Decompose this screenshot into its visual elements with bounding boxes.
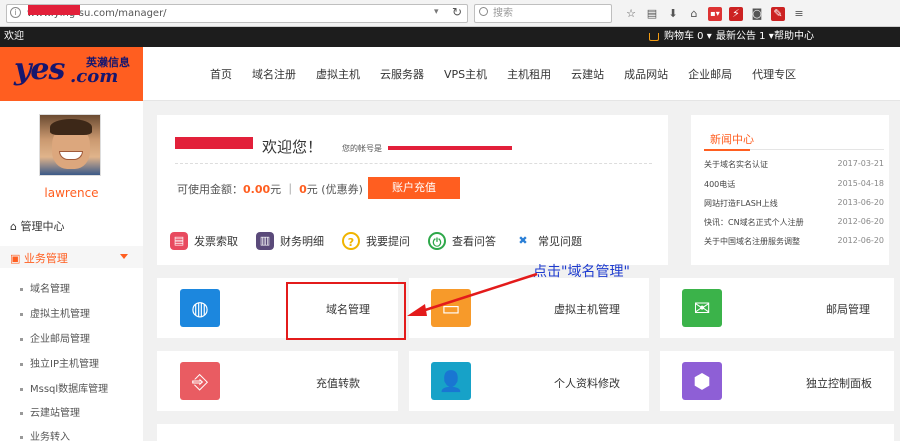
browser-search-input[interactable]: 搜索 [474, 4, 612, 23]
search-icon [479, 7, 488, 16]
nav-item[interactable]: 云服务器 [380, 66, 424, 82]
redacted-username [28, 5, 80, 15]
service-card-recharge[interactable]: ⎆ 充值转款 [157, 351, 398, 411]
nav-item[interactable]: 企业邮局 [688, 66, 732, 82]
quick-ask[interactable]: ? 我要提问 [342, 232, 410, 250]
arrow-head [407, 304, 427, 316]
balance-line: 可使用金额：0.00元 ｜ 0元 (优惠券) [177, 183, 363, 196]
quick-finance[interactable]: ▥ 财务明细 [256, 232, 324, 250]
nav-item[interactable]: 域名注册 [252, 66, 296, 82]
main-nav: 首页 域名注册 虚拟主机 云服务器 VPS主机 主机租用 云建站 成品网站 企业… [210, 47, 816, 101]
power-icon: ⏻ [428, 232, 446, 250]
tools-icon: ✖ [514, 232, 532, 250]
nav-item[interactable]: 成品网站 [624, 66, 668, 82]
sidebar-subitem[interactable]: 独立IP主机管理 [20, 355, 99, 370]
sidebar-subitem[interactable]: 云建站管理 [20, 404, 80, 419]
info-icon[interactable]: i [10, 7, 21, 18]
reload-icon[interactable]: ↻ [452, 5, 462, 19]
nav-item[interactable]: 代理专区 [752, 66, 796, 82]
service-label: 虚拟主机管理 [554, 303, 620, 316]
service-label: 独立控制面板 [806, 377, 872, 390]
tool-icon[interactable]: ✎ [771, 6, 785, 21]
service-card-panel[interactable]: ⬢ 独立控制面板 [660, 351, 894, 411]
flag-icon[interactable]: ▪▾ [708, 6, 722, 21]
sidebar-item-home[interactable]: ⌂ 管理中心 [10, 218, 64, 234]
sidebar-subitem[interactable]: 域名管理 [20, 280, 70, 295]
quick-qa[interactable]: ⏻ 查看问答 [428, 232, 496, 250]
arrow-shaft [418, 272, 538, 314]
quick-links: ▤ 发票索取 ▥ 财务明细 ? 我要提问 ⏻ 查看问答 ✖ 常见问题 [170, 232, 600, 250]
news-item[interactable]: 关于域名实名认证 2017-03-21 [704, 159, 884, 170]
service-card-profile[interactable]: 👤 个人资料修改 [409, 351, 649, 411]
clipboard-icon[interactable]: ▤ [645, 7, 659, 21]
service-label: 邮局管理 [826, 303, 870, 316]
welcome-text: 欢迎 [4, 31, 24, 42]
caret-down-icon [120, 254, 128, 259]
avatar [39, 114, 101, 176]
nav-item[interactable]: 云建站 [571, 66, 604, 82]
quick-invoice[interactable]: ▤ 发票索取 [170, 232, 238, 250]
sidebar-item-business-label: ▣ 业务管理 [10, 252, 68, 265]
username[interactable]: lawrence [0, 186, 143, 200]
news-item[interactable]: 关于中国域名注册服务调整 2012-06-20 [704, 236, 884, 247]
annotation-arrow [407, 272, 538, 316]
avatar-hair [50, 119, 92, 135]
service-row-bottom [157, 424, 894, 441]
service-card-mail[interactable]: ✉ 邮局管理 [660, 278, 894, 338]
news-divider-accent [704, 149, 750, 151]
redacted-account [388, 146, 512, 150]
top-bar: 欢迎 购物车 0 ▾ 最新公告 1 ▾ 帮助中心 [0, 27, 900, 47]
recharge-button[interactable]: 账户充值 [368, 177, 460, 199]
cart-link[interactable]: 购物车 0 ▾ [664, 27, 712, 47]
service-label: 充值转款 [316, 377, 360, 390]
balance-value: 0.00 [243, 183, 271, 196]
cube-icon: ⬢ [682, 362, 722, 400]
news-item[interactable]: 400电话 2015-04-18 [704, 179, 884, 190]
chart-icon: ▥ [256, 232, 274, 250]
coupon-value: 0 [299, 183, 307, 196]
globe-icon: ◍ [180, 289, 220, 327]
briefcase-icon: ▣ [10, 252, 24, 265]
invoice-icon: ▤ [170, 232, 188, 250]
welcome-heading: 欢迎您！ [262, 138, 323, 156]
news-item[interactable]: 网站打造FLASH上线 2013-06-20 [704, 198, 884, 209]
logo-com: .com [70, 66, 119, 87]
quick-faq[interactable]: ✖ 常见问题 [514, 232, 582, 250]
plug-icon: ⎆ [180, 362, 220, 400]
nav-item[interactable]: 首页 [210, 66, 232, 82]
news-title: 新闻中心 [710, 133, 754, 146]
puzzle-icon[interactable]: ⚡ [729, 6, 743, 21]
nav-item[interactable]: 主机租用 [507, 66, 551, 82]
highlight-box [286, 282, 406, 340]
redacted-name [175, 137, 253, 149]
star-icon[interactable]: ☆ [624, 7, 638, 21]
browser-toolbar-icons: ☆ ▤ ⬇ ⌂ ▪▾ ⚡ ◙ ✎ ≡ [624, 5, 806, 22]
nav-item[interactable]: VPS主机 [444, 66, 487, 82]
notice-link[interactable]: 最新公告 1 ▾ [716, 27, 774, 47]
annotation-text: 点击"域名管理" [533, 264, 630, 280]
home-icon[interactable]: ⌂ [687, 7, 701, 21]
sidebar-subitem[interactable]: 虚拟主机管理 [20, 305, 90, 320]
nav-item[interactable]: 虚拟主机 [316, 66, 360, 82]
sidebar-subitem[interactable]: 企业邮局管理 [20, 330, 90, 345]
divider [175, 163, 652, 164]
download-icon[interactable]: ⬇ [666, 7, 680, 21]
cart-icon [649, 33, 659, 41]
sidebar-item-label: 管理中心 [20, 220, 65, 233]
menu-icon[interactable]: ≡ [792, 7, 806, 21]
dropdown-icon[interactable]: ▾ [434, 7, 439, 17]
question-icon: ? [342, 232, 360, 250]
home-icon: ⌂ [10, 220, 21, 233]
mail-icon: ✉ [682, 289, 722, 327]
pocket-icon[interactable]: ◙ [750, 7, 764, 21]
logo-text: yes [14, 52, 65, 87]
user-icon: 👤 [431, 362, 471, 400]
account-label: 您的帐号是 [342, 144, 382, 153]
help-link[interactable]: 帮助中心 [774, 27, 814, 47]
sidebar-subitem[interactable]: 业务转入 [20, 428, 70, 441]
service-label: 个人资料修改 [554, 377, 620, 390]
sidebar-subitem[interactable]: Mssql数据库管理 [20, 380, 108, 395]
news-item[interactable]: 快讯：CN域名正式个人注册 2012-06-20 [704, 217, 884, 228]
